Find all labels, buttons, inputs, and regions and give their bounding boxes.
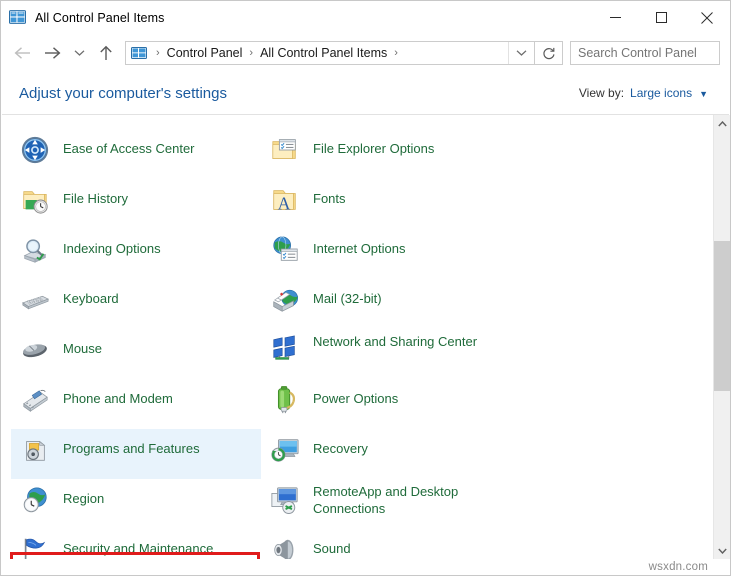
cp-item-fonts[interactable]: A Fonts [261, 179, 511, 229]
maximize-button[interactable] [638, 1, 684, 34]
file-explorer-options-icon [269, 134, 301, 166]
network-and-sharing-center-icon [269, 334, 301, 366]
items-column-left: Ease of Access Center [11, 123, 261, 559]
cp-item-label: Ease of Access Center [63, 133, 195, 157]
cp-item-mouse[interactable]: Mouse [11, 329, 261, 379]
breadcrumb-all-control-panel-items[interactable]: All Control Panel Items [258, 46, 389, 60]
breadcrumb-separator-2: › [389, 47, 403, 59]
sound-icon [269, 534, 301, 559]
page-title: Adjust your computer's settings [19, 85, 227, 102]
programs-and-features-icon [19, 434, 51, 466]
cp-item-label: Internet Options [313, 233, 406, 257]
scroll-up-button[interactable] [714, 115, 730, 132]
cp-item-label: Network and Sharing Center [313, 333, 477, 350]
scrollbar-thumb[interactable] [714, 241, 730, 391]
fonts-icon: A [269, 184, 301, 216]
cp-item-label: RemoteApp and Desktop Connections [313, 483, 498, 517]
page-header: Adjust your computer's settings View by:… [1, 72, 730, 114]
cp-item-security-and-maintenance[interactable]: Security and Maintenance [11, 529, 261, 559]
cp-item-network-and-sharing-center[interactable]: Network and Sharing Center [261, 329, 511, 379]
cp-item-label: Keyboard [63, 283, 119, 307]
indexing-options-icon [19, 234, 51, 266]
cp-item-label: Mail (32-bit) [313, 283, 382, 307]
vertical-scrollbar[interactable] [713, 115, 730, 559]
items-grid: Ease of Access Center [1, 123, 713, 559]
cp-item-file-explorer-options[interactable]: File Explorer Options [261, 129, 511, 179]
search-input[interactable] [578, 46, 731, 60]
internet-options-icon [269, 234, 301, 266]
cp-item-indexing-options[interactable]: Indexing Options [11, 229, 261, 279]
cp-item-internet-options[interactable]: Internet Options [261, 229, 511, 279]
mail-icon [269, 284, 301, 316]
cp-item-power-options[interactable]: Power Options [261, 379, 511, 429]
breadcrumb-separator-0: › [151, 47, 165, 59]
cp-item-label: Indexing Options [63, 233, 161, 257]
remoteapp-and-desktop-connections-icon [269, 484, 301, 516]
address-bar[interactable]: › Control Panel › All Control Panel Item… [125, 41, 535, 65]
cp-item-ease-of-access-center[interactable]: Ease of Access Center [11, 129, 261, 179]
scroll-down-button[interactable] [714, 542, 730, 559]
cp-item-sound[interactable]: Sound [261, 529, 511, 559]
cp-item-label: Security and Maintenance [63, 533, 213, 557]
recent-locations-button[interactable] [67, 39, 91, 67]
cp-item-label: File History [63, 183, 128, 207]
view-by-label: View by: [579, 86, 624, 100]
cp-item-recovery[interactable]: Recovery [261, 429, 511, 479]
window-title: All Control Panel Items [35, 11, 164, 25]
window-controls [592, 1, 730, 34]
search-box[interactable] [570, 41, 720, 65]
control-panel-icon [9, 9, 26, 26]
cp-item-file-history[interactable]: File History [11, 179, 261, 229]
refresh-button[interactable] [535, 41, 563, 65]
control-panel-items-area: Ease of Access Center [1, 115, 730, 559]
address-control-panel-icon [131, 45, 147, 61]
title-bar: All Control Panel Items [1, 1, 730, 34]
file-history-icon [19, 184, 51, 216]
svg-text:A: A [278, 193, 291, 213]
up-button[interactable] [91, 39, 121, 67]
cp-item-label: File Explorer Options [313, 133, 434, 157]
security-and-maintenance-icon [19, 534, 51, 559]
control-panel-window: All Control Panel Items [0, 0, 731, 576]
cp-item-label: Sound [313, 533, 351, 557]
cp-item-label: Power Options [313, 383, 398, 407]
cp-item-label: Region [63, 483, 104, 507]
back-button[interactable] [7, 39, 37, 67]
forward-button[interactable] [37, 39, 67, 67]
minimize-button[interactable] [592, 1, 638, 34]
navigation-bar: › Control Panel › All Control Panel Item… [1, 34, 730, 72]
cp-item-phone-and-modem[interactable]: Phone and Modem [11, 379, 261, 429]
cp-item-label: Fonts [313, 183, 346, 207]
power-options-icon [269, 384, 301, 416]
breadcrumb-separator-1: › [244, 47, 258, 59]
cp-item-mail[interactable]: Mail (32-bit) [261, 279, 511, 329]
breadcrumb-control-panel[interactable]: Control Panel [165, 46, 245, 60]
cp-item-label: Recovery [313, 433, 368, 457]
ease-of-access-icon [19, 134, 51, 166]
cp-item-label: Programs and Features [63, 433, 200, 457]
cp-item-label: Mouse [63, 333, 102, 357]
recovery-icon [269, 434, 301, 466]
cp-item-region[interactable]: Region [11, 479, 261, 529]
cp-item-programs-and-features[interactable]: Programs and Features [11, 429, 261, 479]
items-column-right: File Explorer Options A Fonts [261, 123, 511, 559]
close-button[interactable] [684, 1, 730, 34]
mouse-icon [19, 334, 51, 366]
watermark: wsxdn.com [649, 561, 708, 573]
chevron-down-icon[interactable]: ▼ [699, 89, 708, 99]
region-icon [19, 484, 51, 516]
view-by-control[interactable]: View by: Large icons ▼ [579, 86, 708, 100]
phone-and-modem-icon [19, 384, 51, 416]
view-by-value[interactable]: Large icons [630, 86, 692, 100]
cp-item-remoteapp-and-desktop-connections[interactable]: RemoteApp and Desktop Connections [261, 479, 511, 529]
cp-item-keyboard[interactable]: Keyboard [11, 279, 261, 329]
keyboard-icon [19, 284, 51, 316]
address-dropdown-button[interactable] [508, 42, 534, 64]
cp-item-label: Phone and Modem [63, 383, 173, 407]
